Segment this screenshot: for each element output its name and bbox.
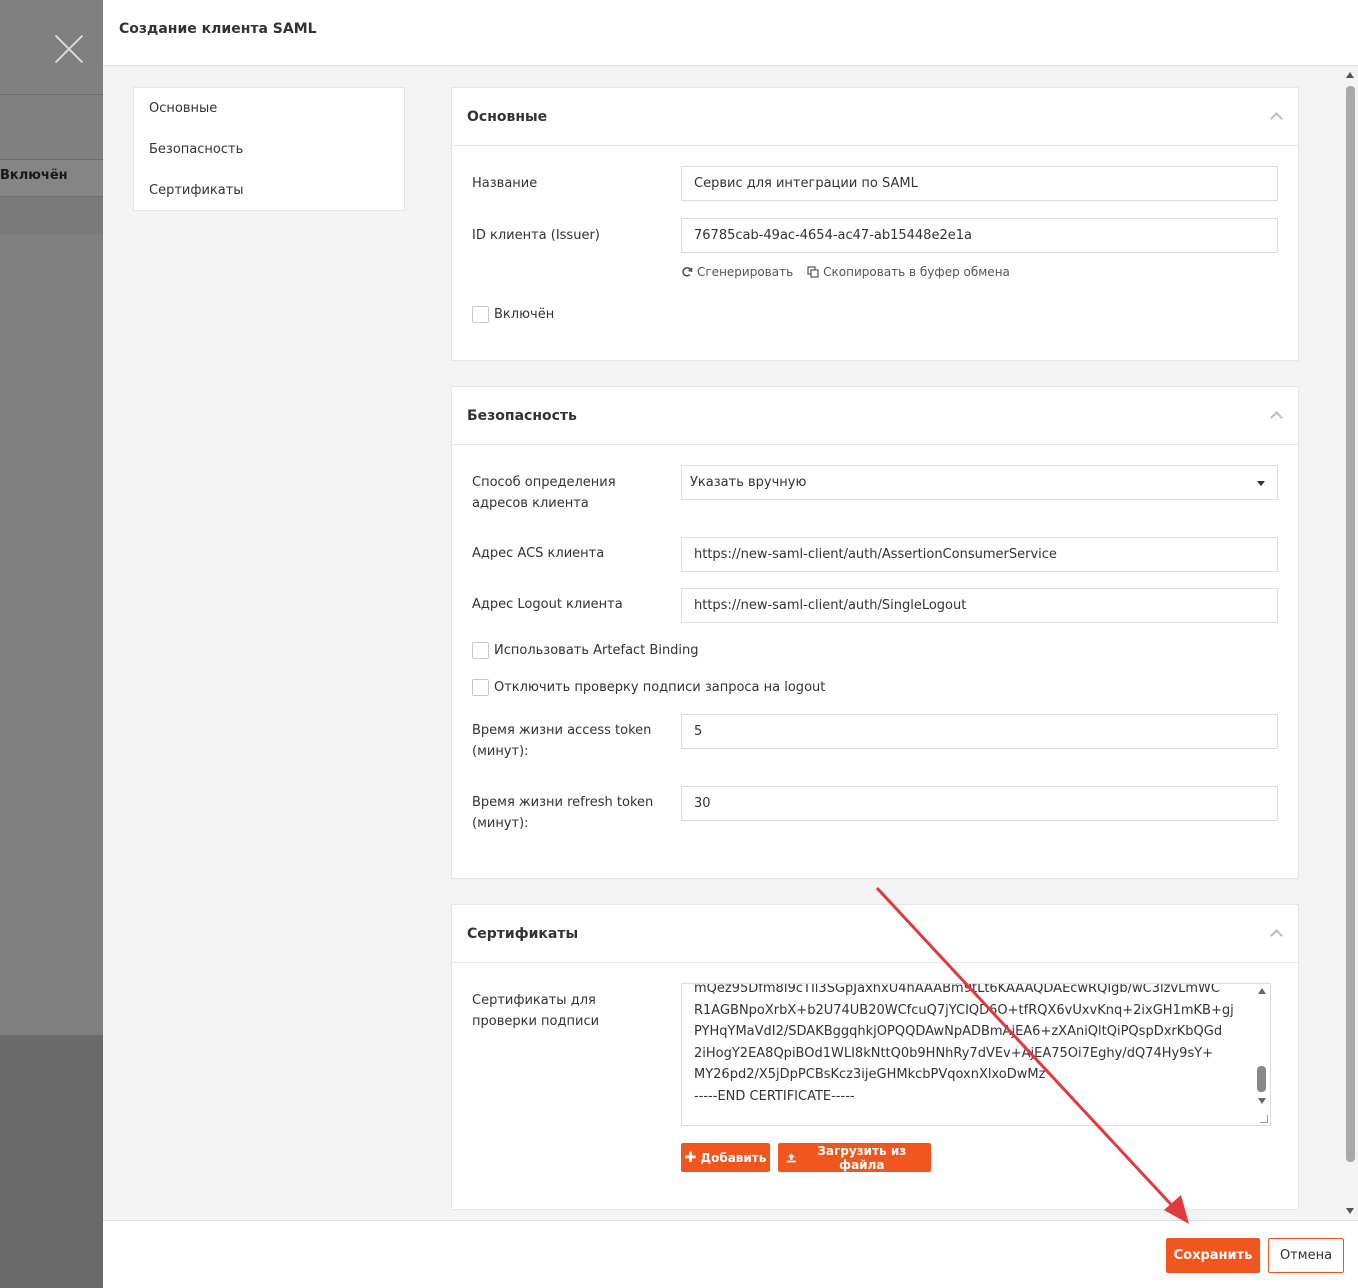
scroll-down-icon[interactable] [1346, 1208, 1354, 1214]
method-label-line-2: адресов клиента [472, 496, 589, 511]
address-method-value: Указать вручную [690, 475, 807, 490]
name-input[interactable]: Сервис для интеграции по SAML [681, 166, 1278, 201]
plus-icon: ✚ [684, 1149, 697, 1166]
address-method-select[interactable]: Указать вручную [681, 465, 1278, 500]
section-nav: Основные Безопасность Сертификаты [133, 87, 405, 211]
disable-signature-checkbox[interactable] [472, 678, 489, 696]
panel-security-header: Безопасность [452, 387, 1298, 445]
modal-title: Создание клиента SAML [119, 21, 317, 37]
refresh-icon [682, 267, 693, 277]
acs-label: Адрес ACS клиента [472, 546, 605, 561]
close-icon[interactable] [50, 30, 88, 68]
certificates-label: Сертификаты для проверки подписи [472, 990, 599, 1032]
copy-link[interactable]: Скопировать в буфер обмена [807, 265, 1010, 279]
panel-security: Безопасность Способ определения адресов … [451, 386, 1299, 879]
refresh-token-input[interactable]: 30 [681, 786, 1278, 821]
panel-certificates: Сертификаты Сертификаты для проверки под… [451, 904, 1299, 1210]
refresh-token-label-line-1: Время жизни refresh token [472, 795, 654, 810]
panel-basic-header: Основные [452, 88, 1298, 146]
panel-certificates-header: Сертификаты [452, 905, 1298, 963]
modal-footer: Сохранить Отмена [103, 1220, 1358, 1288]
nav-item-certificates[interactable]: Сертификаты [134, 178, 404, 219]
background-lower-area [0, 1035, 103, 1288]
artefact-label: Использовать Artefact Binding [494, 642, 699, 658]
panel-basic: Основные Название Сервис для интеграции … [451, 87, 1299, 361]
logout-input[interactable]: https://new-saml-client/auth/SingleLogou… [681, 588, 1278, 623]
background-row [0, 197, 103, 234]
artefact-checkbox[interactable] [472, 641, 489, 659]
caret-down-icon [1257, 481, 1265, 486]
background-status-text: Включён [0, 168, 68, 183]
add-certificate-label: Добавить [700, 1150, 767, 1165]
nav-item-basic[interactable]: Основные [134, 96, 404, 137]
scroll-up-icon[interactable] [1258, 988, 1266, 994]
certificate-line: MY26pd2/X5jDpPCBsKcz3ijeGHMkcbPVqoxnXlxo… [694, 1067, 1046, 1082]
certificates-label-line-2: проверки подписи [472, 1014, 600, 1029]
logout-label: Адрес Logout клиента [472, 597, 623, 612]
upload-file-label: Загрузить из файла [817, 1143, 907, 1172]
client-id-input[interactable]: 76785cab-49ac-4654-ac47-ab15448e2e1a [681, 218, 1278, 253]
modal-header: Создание клиента SAML [103, 0, 1358, 66]
scroll-up-icon[interactable] [1346, 72, 1354, 78]
copy-link-label: Скопировать в буфер обмена [823, 265, 1010, 279]
panel-title: Безопасность [467, 408, 577, 424]
panel-title: Сертификаты [467, 926, 579, 942]
certificate-line: 2iHogY2EA8QpiBOd1WLI8kNttQ0b9HNhRy7dVEv+… [694, 1045, 1214, 1061]
scroll-down-icon[interactable] [1258, 1098, 1266, 1104]
certificate-line: PYHqYMaVdI2/SDAKBggqhkjOPQQDAwNpADBmAjEA… [694, 1024, 1223, 1039]
enabled-checkbox[interactable] [472, 305, 489, 323]
method-label: Способ определения адресов клиента [472, 472, 616, 514]
save-button[interactable]: Сохранить [1166, 1238, 1260, 1273]
nav-item-security[interactable]: Безопасность [134, 137, 404, 178]
modal-body: Основные Безопасность Сертификаты Основн… [103, 66, 1358, 1220]
certificate-line: mQez95Dfm8I9cTIl3SGpJaxhxU4hAAABm9tLt6KA… [694, 983, 1220, 996]
chevron-up-icon[interactable] [1270, 927, 1282, 939]
copy-icon [807, 266, 819, 278]
divider [0, 94, 103, 95]
artefact-checkbox-row[interactable]: Использовать Artefact Binding [472, 640, 699, 660]
access-token-label: Время жизни access token (минут): [472, 720, 651, 762]
panel-title: Основные [467, 109, 548, 125]
disable-signature-checkbox-row[interactable]: Отключить проверку подписи запроса на lo… [472, 677, 825, 697]
client-id-actions: Сгенерировать Скопировать в буфер обмена [681, 265, 1010, 279]
generate-link[interactable]: Сгенерировать [681, 265, 793, 279]
disable-signature-label: Отключить проверку подписи запроса на lo… [494, 679, 826, 695]
refresh-token-label: Время жизни refresh token (минут): [472, 792, 653, 834]
certificates-textarea[interactable]: mQez95Dfm8I9cTIl3SGpJaxhxU4hAAABm9tLt6KA… [681, 983, 1271, 1126]
page-scrollbar[interactable] [1343, 66, 1358, 1220]
name-label: Название [472, 176, 538, 191]
chevron-up-icon[interactable] [1270, 409, 1282, 421]
enabled-label: Включён [494, 306, 555, 322]
cancel-button[interactable]: Отмена [1268, 1238, 1344, 1273]
textarea-scrollbar[interactable] [1254, 984, 1270, 1125]
upload-file-button[interactable]: Загрузить из файла [778, 1143, 931, 1172]
add-certificate-button[interactable]: ✚ Добавить [681, 1143, 770, 1172]
enabled-checkbox-row[interactable]: Включён [472, 304, 554, 324]
access-token-label-line-2: (минут): [472, 744, 529, 759]
background-app: Включён [0, 0, 103, 1288]
resize-handle[interactable] [1260, 1115, 1268, 1123]
access-token-input[interactable]: 5 [681, 714, 1278, 749]
access-token-label-line-1: Время жизни access token [472, 723, 652, 738]
acs-input[interactable]: https://new-saml-client/auth/AssertionCo… [681, 537, 1278, 572]
chevron-up-icon[interactable] [1270, 110, 1282, 122]
certificate-line: -----END CERTIFICATE----- [694, 1088, 855, 1104]
generate-link-label: Сгенерировать [697, 265, 794, 279]
scroll-thumb[interactable] [1346, 86, 1355, 1162]
certificate-line: R1AGBNpoXrbX+b2U74UB20WCfcuQ7jYCIQD6O+tf… [694, 1002, 1234, 1018]
certificate-text: mQez95Dfm8I9cTIl3SGpJaxhxU4hAAABm9tLt6KA… [694, 983, 1252, 1107]
refresh-token-label-line-2: (минут): [472, 816, 529, 831]
scroll-thumb[interactable] [1257, 1066, 1266, 1092]
client-id-label: ID клиента (Issuer) [472, 228, 600, 243]
method-label-line-1: Способ определения [472, 475, 616, 490]
certificates-label-line-1: Сертификаты для [472, 993, 596, 1008]
upload-icon [786, 1153, 796, 1162]
divider [0, 159, 103, 160]
saml-client-modal: Создание клиента SAML Основные Безопасно… [103, 0, 1358, 1288]
